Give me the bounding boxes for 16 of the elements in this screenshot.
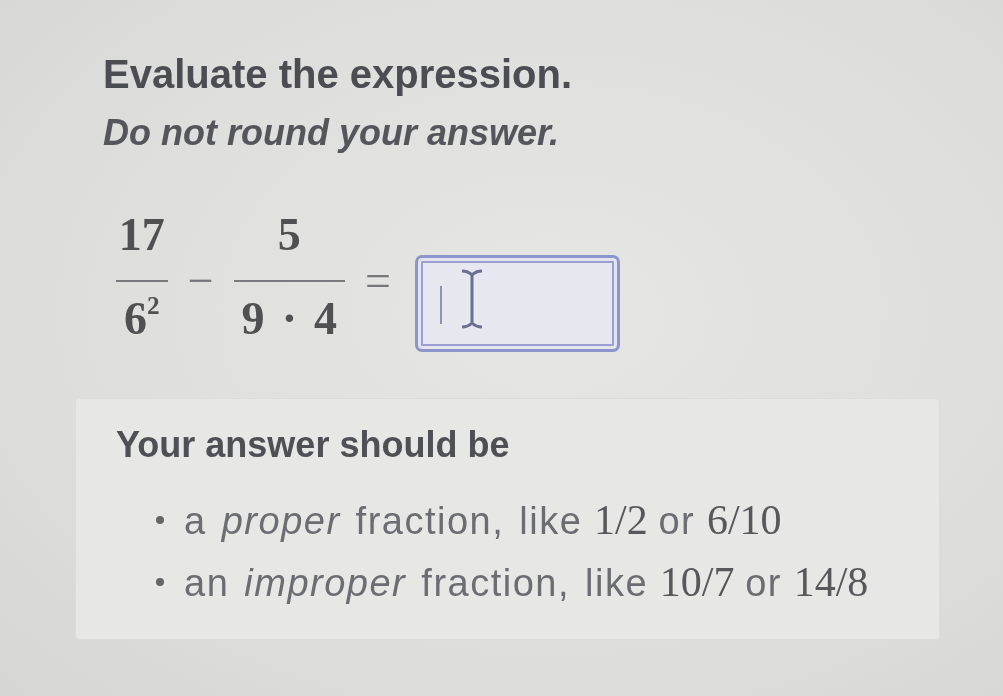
bullet-icon	[156, 578, 164, 586]
text-cursor-icon	[460, 269, 483, 329]
fraction-denominator: 9 · 4	[240, 294, 338, 344]
fraction-numerator: 5	[277, 210, 301, 260]
answer-field[interactable]	[414, 255, 620, 352]
math-operator: −	[187, 254, 214, 308]
math-operator: =	[365, 254, 391, 308]
text-caret-icon	[439, 286, 442, 324]
instruction-text: Do not round your answer.	[103, 111, 561, 155]
fraction-denominator: 6$^{2}$	[123, 294, 161, 344]
hint-title: Your answer should be	[116, 423, 511, 467]
hint-text: a proper fraction, like 1/2 or 6/10	[184, 495, 782, 545]
hint-text: an improper fraction, like 10/7 or 14/8	[184, 557, 869, 607]
question-title: Evaluate the expression.	[103, 51, 574, 98]
fraction-numerator: 17	[118, 210, 165, 260]
bullet-icon	[156, 516, 164, 524]
